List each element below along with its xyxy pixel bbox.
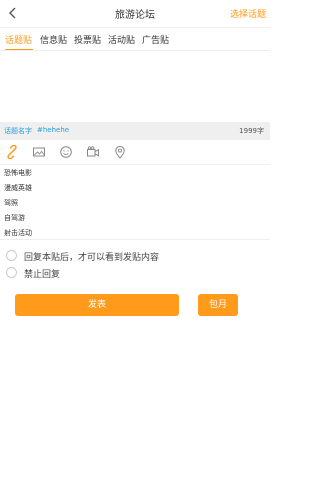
- choose-topic-link[interactable]: 选择话题: [230, 7, 266, 20]
- list-item[interactable]: 恐怖电影: [4, 168, 32, 178]
- tab-info-post[interactable]: 信息贴: [40, 33, 67, 46]
- list-item[interactable]: 射击活动: [4, 228, 32, 238]
- char-count: 1999字: [239, 127, 264, 135]
- topic-bar: 话题名字 #hehehe 1999字: [0, 122, 270, 140]
- post-content-editor[interactable]: [0, 51, 270, 121]
- publish-button[interactable]: 发表: [15, 294, 179, 316]
- post-type-tabs: 话题贴 信息贴 投票贴 活动贴 广告贴: [0, 28, 270, 51]
- active-tab-indicator: [5, 49, 33, 50]
- option-reply-to-view[interactable]: 回复本贴后，才可以看到发贴内容: [0, 248, 270, 266]
- tab-ad-post[interactable]: 广告贴: [142, 33, 169, 46]
- link-icon[interactable]: [5, 145, 19, 159]
- tab-activity-post[interactable]: 活动贴: [108, 33, 135, 46]
- topic-tag[interactable]: #hehehe: [37, 126, 69, 134]
- disable-reply-radio[interactable]: [6, 267, 17, 278]
- image-icon[interactable]: [32, 145, 46, 159]
- option-disable-reply[interactable]: 禁止回复: [0, 265, 270, 283]
- header-bar: 旅游论坛 选择话题: [0, 0, 270, 28]
- list-item[interactable]: 自驾游: [4, 213, 25, 223]
- reply-to-view-radio[interactable]: [6, 250, 17, 261]
- list-item[interactable]: 漫威英雄: [4, 183, 32, 193]
- editor-toolbar: [0, 140, 270, 165]
- monthly-button[interactable]: 包月: [198, 294, 238, 316]
- reply-to-view-label: 回复本贴后，才可以看到发贴内容: [24, 253, 160, 263]
- disable-reply-label: 禁止回复: [24, 270, 61, 280]
- location-icon[interactable]: [113, 145, 127, 159]
- divider: [0, 239, 270, 240]
- topic-name-label: 话题名字: [4, 127, 32, 135]
- video-icon[interactable]: [86, 145, 100, 159]
- emoji-icon[interactable]: [59, 145, 73, 159]
- list-item[interactable]: 驾照: [4, 198, 18, 208]
- tab-vote-post[interactable]: 投票贴: [74, 33, 101, 46]
- tab-topic-post[interactable]: 话题贴: [5, 33, 32, 46]
